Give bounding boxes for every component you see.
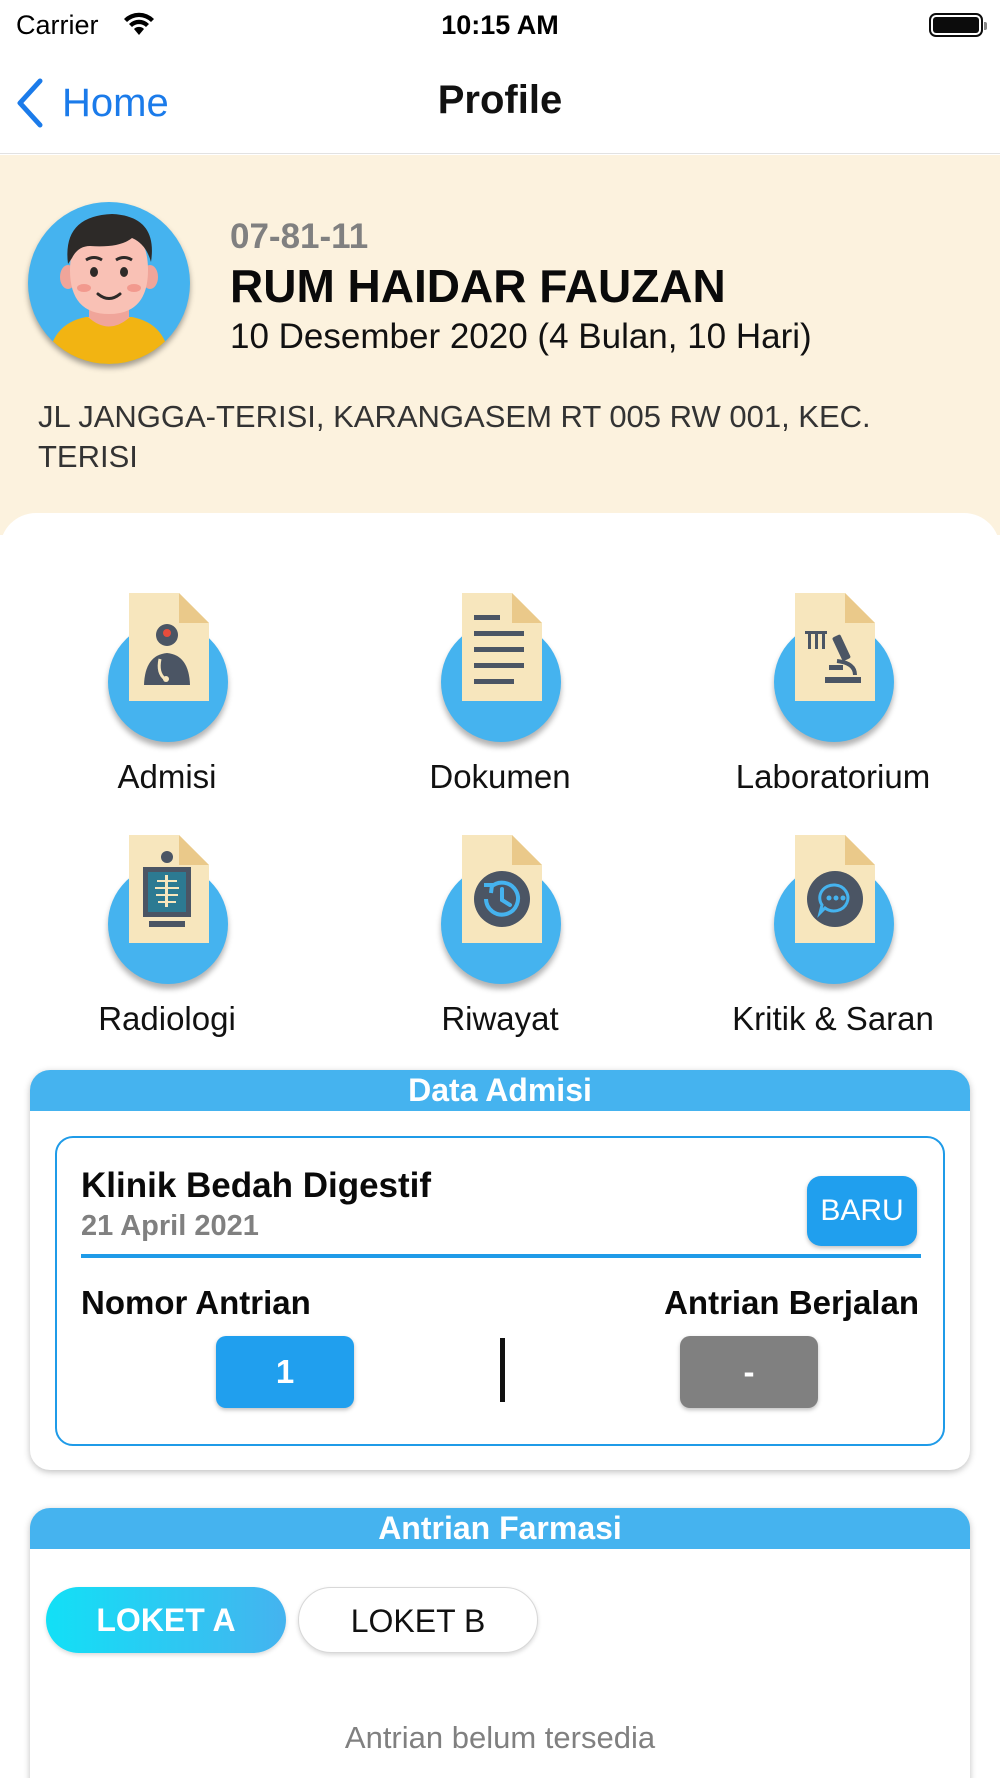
pharmacy-header: Antrian Farmasi bbox=[30, 1508, 970, 1549]
queue-number-value: 1 bbox=[216, 1336, 354, 1408]
navigation-bar: Home Profile bbox=[0, 52, 1000, 154]
profile-header: 07-81-11 RUM HAIDAR FAUZAN 10 Desember 2… bbox=[0, 155, 1000, 535]
doctor-document-icon bbox=[129, 593, 209, 701]
status-bar: Carrier 10:15 AM bbox=[0, 0, 1000, 52]
patient-address: JL JANGGA-TERISI, KARANGASEM RT 005 RW 0… bbox=[38, 399, 871, 474]
patient-birthdate: 10 Desember 2020 (4 Bulan, 10 Hari) bbox=[230, 317, 812, 356]
menu-item-admisi[interactable]: Admisi bbox=[17, 593, 317, 795]
admission-date: 21 April 2021 bbox=[81, 1210, 259, 1242]
menu-label: Laboratorium bbox=[735, 758, 931, 795]
running-queue-label: Antrian Berjalan bbox=[664, 1284, 919, 1321]
menu-item-radiologi[interactable]: Radiologi bbox=[17, 835, 317, 1037]
text-document-icon bbox=[462, 593, 542, 701]
page-title: Profile bbox=[437, 78, 563, 122]
microscope-document-icon bbox=[795, 593, 875, 701]
tab-loket-b[interactable]: LOKET B bbox=[298, 1587, 538, 1653]
menu-label: Kritik & Saran bbox=[732, 1000, 934, 1037]
clinic-name: Klinik Bedah Digestif bbox=[81, 1166, 432, 1205]
menu-item-riwayat[interactable]: Riwayat bbox=[350, 835, 650, 1037]
history-document-icon bbox=[462, 835, 542, 943]
chat-document-icon bbox=[795, 835, 875, 943]
main-content: Admisi Dokumen Laboratorium Radiologi Ri… bbox=[0, 513, 1000, 1778]
avatar bbox=[28, 202, 190, 364]
running-queue-value: - bbox=[680, 1336, 818, 1408]
xray-document-icon bbox=[129, 835, 209, 943]
tab-loket-a[interactable]: LOKET A bbox=[46, 1587, 286, 1653]
pharmacy-queue-card: Antrian Farmasi LOKET A LOKET B Antrian … bbox=[30, 1508, 970, 1778]
battery-icon bbox=[929, 13, 987, 37]
clock: 10:15 AM bbox=[441, 10, 559, 40]
menu-item-laboratorium[interactable]: Laboratorium bbox=[683, 593, 983, 795]
patient-id: 07-81-11 bbox=[230, 217, 369, 256]
menu-item-kritik-saran[interactable]: Kritik & Saran bbox=[683, 835, 983, 1037]
queue-separator bbox=[500, 1338, 505, 1402]
menu-label: Riwayat bbox=[441, 1000, 559, 1037]
admission-detail: Klinik Bedah Digestif 21 April 2021 BARU… bbox=[55, 1136, 945, 1446]
menu-label: Radiologi bbox=[98, 1000, 236, 1037]
admission-header: Data Admisi bbox=[30, 1070, 970, 1111]
admission-card: Data Admisi Klinik Bedah Digestif 21 Apr… bbox=[30, 1070, 970, 1470]
queue-number-label: Nomor Antrian bbox=[81, 1284, 311, 1321]
menu-item-dokumen[interactable]: Dokumen bbox=[350, 593, 650, 795]
divider bbox=[81, 1254, 921, 1258]
menu-label: Dokumen bbox=[429, 758, 571, 795]
menu-label: Admisi bbox=[117, 758, 217, 795]
status-badge-button[interactable]: BARU bbox=[807, 1176, 917, 1246]
patient-name: RUM HAIDAR FAUZAN bbox=[230, 260, 726, 312]
empty-queue-message: Antrian belum tersedia bbox=[344, 1720, 656, 1755]
boy-avatar-icon bbox=[48, 214, 170, 364]
